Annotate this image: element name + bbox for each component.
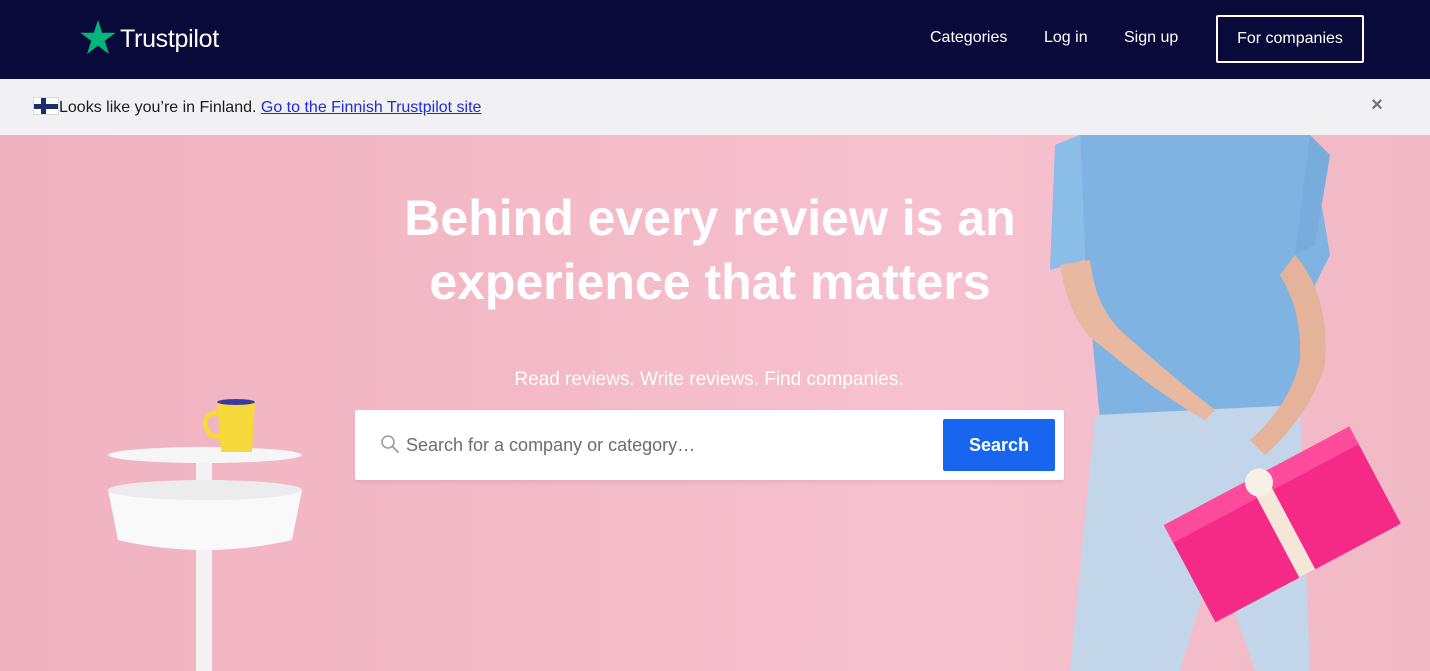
nav-login-link[interactable]: Log in [1044,29,1088,47]
finland-flag-icon [33,97,59,115]
search-button[interactable]: Search [943,419,1055,471]
finnish-site-link[interactable]: Go to the Finnish Trustpilot site [261,99,482,116]
nav-categories-link[interactable]: Categories [930,29,1007,47]
nav-signup-link[interactable]: Sign up [1124,29,1178,47]
notice-text: Looks like you’re in Finland. [59,99,257,116]
hero-subtitle: Read reviews. Write reviews. Find compan… [514,369,904,390]
logo-text: Trustpilot [120,24,219,53]
location-notice: Looks like you’re in Finland. Go to the … [59,99,481,117]
table-with-mug-illustration [108,399,302,671]
for-companies-button[interactable]: For companies [1216,15,1364,63]
hero-title: Behind every review is an experience tha… [340,186,1080,314]
search-input[interactable] [406,430,926,460]
trustpilot-logo[interactable]: Trustpilot [80,20,219,54]
star-icon [80,20,116,54]
person-with-gift-illustration [1050,135,1401,671]
search-icon [381,435,399,453]
close-icon[interactable]: × [1368,95,1386,115]
hero-title-line2: experience that matters [429,254,991,310]
hero-section: Behind every review is an experience tha… [0,135,1430,671]
hero-title-line1: Behind every review is an [404,190,1016,246]
